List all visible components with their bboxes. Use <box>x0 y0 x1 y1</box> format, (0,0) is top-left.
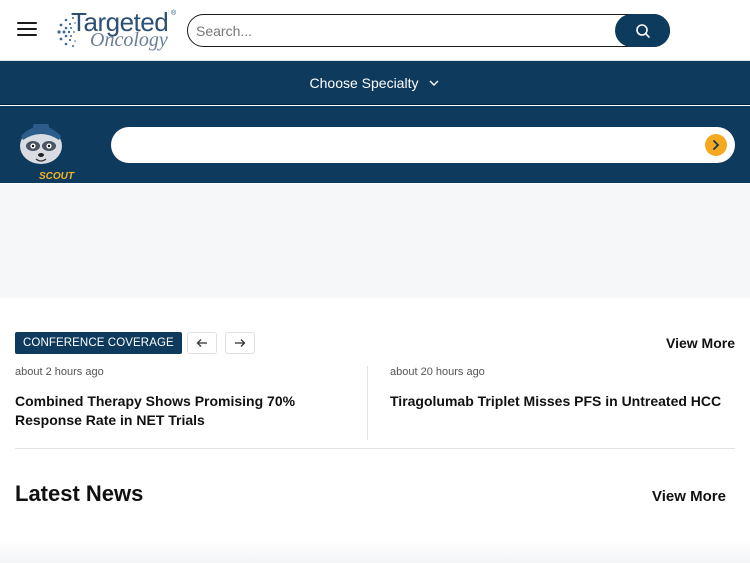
arrow-left-icon <box>196 339 207 347</box>
specialty-label: Choose Specialty <box>309 74 419 91</box>
scout-label: SCOUT <box>39 171 74 182</box>
latest-news-heading: Latest News <box>15 481 144 506</box>
article-title-link[interactable]: Combined Therapy Shows Promising 70% Res… <box>15 392 355 430</box>
chevron-down-icon <box>429 80 439 86</box>
site-logo[interactable]: Targeted Oncology ® <box>53 7 177 53</box>
article-timestamp: about 2 hours ago <box>15 366 104 378</box>
logo-wordmark-bottom: Oncology <box>90 29 168 51</box>
scout-bar: SCOUT <box>0 106 750 183</box>
search-bar <box>187 14 670 47</box>
search-input[interactable] <box>196 21 596 41</box>
top-header: Targeted Oncology ® <box>0 0 750 61</box>
article-card: about 20 hours ago Tiragolumab Triplet M… <box>390 366 735 411</box>
arrow-right-icon <box>235 339 246 347</box>
ad-placeholder <box>0 184 750 298</box>
article-title-link[interactable]: Tiragolumab Triplet Misses PFS in Untrea… <box>390 392 735 411</box>
article-timestamp: about 20 hours ago <box>390 366 485 378</box>
scout-mascot-icon[interactable]: SCOUT <box>15 116 74 182</box>
chevron-right-icon <box>713 140 720 150</box>
menu-icon[interactable] <box>17 21 37 37</box>
conference-view-more-link[interactable]: View More <box>666 335 735 351</box>
search-icon <box>635 23 650 38</box>
article-card: about 2 hours ago Combined Therapy Shows… <box>15 366 355 430</box>
raccoon-mascot-icon <box>20 124 62 164</box>
search-button[interactable] <box>615 14 670 47</box>
logo-registered-mark: ® <box>171 10 177 17</box>
latest-news-view-more-link[interactable]: View More <box>652 488 726 505</box>
scout-query-input[interactable] <box>125 135 685 155</box>
section-divider <box>15 448 735 449</box>
specialty-bar: Choose Specialty <box>0 61 750 105</box>
carousel-next-button[interactable] <box>225 332 255 354</box>
content-loading-strip <box>0 540 750 563</box>
column-divider <box>367 366 368 440</box>
scout-search-box <box>111 127 735 163</box>
conference-coverage-badge[interactable]: CONFERENCE COVERAGE <box>15 332 182 354</box>
scout-submit-button[interactable] <box>705 134 727 156</box>
carousel-prev-button[interactable] <box>187 332 217 354</box>
choose-specialty-dropdown[interactable]: Choose Specialty <box>310 75 441 91</box>
